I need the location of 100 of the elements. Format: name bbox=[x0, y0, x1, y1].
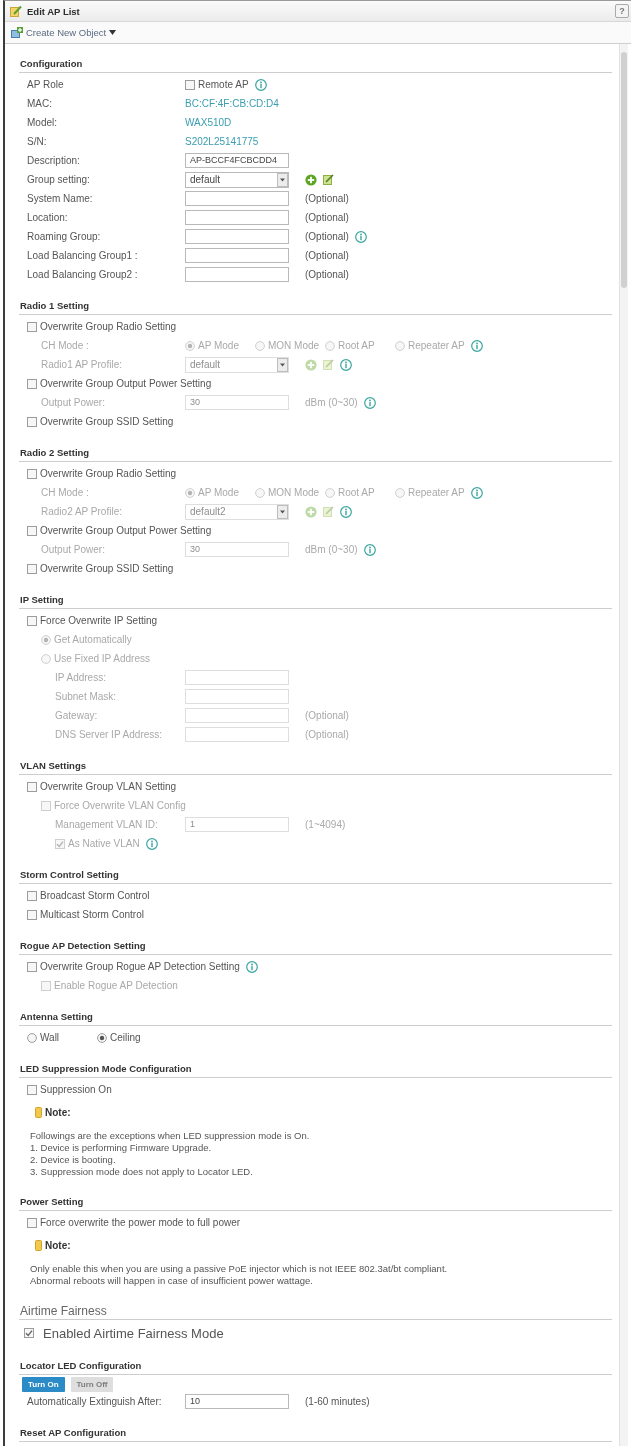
checkbox[interactable] bbox=[27, 1084, 37, 1095]
checkbox[interactable] bbox=[24, 1328, 34, 1338]
checkbox[interactable] bbox=[185, 79, 195, 90]
radio-button[interactable] bbox=[255, 487, 265, 498]
section-heading: Antenna Setting bbox=[19, 1009, 612, 1026]
info-icon[interactable] bbox=[254, 78, 267, 91]
input-field[interactable] bbox=[185, 670, 289, 685]
hint-text: (Optional) bbox=[305, 269, 349, 280]
checkbox[interactable] bbox=[27, 615, 37, 626]
radio-label: AP Mode bbox=[198, 487, 239, 498]
checkbox[interactable] bbox=[27, 909, 37, 920]
select-field[interactable]: default bbox=[185, 356, 289, 373]
hint-text: dBm (0~30) bbox=[305, 544, 358, 555]
input-field[interactable] bbox=[185, 210, 289, 225]
hint-text: (1~4094) bbox=[305, 819, 346, 830]
radio-button[interactable] bbox=[41, 634, 51, 645]
hint-text: (Optional) bbox=[305, 212, 349, 223]
field-label: Management VLAN ID: bbox=[55, 819, 159, 830]
section-heading: Airtime Fairness bbox=[19, 1303, 612, 1320]
checkbox-label: Force Overwrite IP Setting bbox=[40, 615, 158, 626]
input-field[interactable] bbox=[185, 229, 289, 244]
radio-label: Root AP bbox=[338, 340, 375, 351]
checkbox-label: Overwrite Group Radio Setting bbox=[40, 468, 177, 479]
info-icon[interactable] bbox=[363, 543, 376, 556]
checkbox[interactable] bbox=[27, 416, 37, 427]
radio-button[interactable] bbox=[325, 487, 335, 498]
field-label: Load Balancing Group1 : bbox=[27, 250, 139, 261]
radio-button[interactable] bbox=[185, 340, 195, 351]
input-field[interactable] bbox=[185, 708, 289, 723]
radio-label: Ceiling bbox=[110, 1032, 141, 1043]
input-field[interactable] bbox=[185, 191, 289, 206]
note-text: Followings are the exceptions when LED suppression mode is On. bbox=[30, 1130, 311, 1142]
checkbox[interactable] bbox=[27, 781, 37, 792]
info-icon[interactable] bbox=[471, 339, 483, 352]
input-field[interactable] bbox=[185, 689, 289, 704]
field-label: Location: bbox=[27, 212, 69, 223]
info-icon[interactable] bbox=[471, 486, 483, 499]
checkbox-label: Overwrite Group VLAN Setting bbox=[40, 781, 177, 792]
checkbox[interactable] bbox=[27, 961, 37, 972]
checkbox-label: Enabled Airtime Fairness Mode bbox=[43, 1325, 224, 1341]
add-icon[interactable] bbox=[305, 358, 317, 371]
info-icon[interactable] bbox=[340, 505, 352, 518]
add-icon[interactable] bbox=[305, 173, 317, 186]
text-input[interactable]: 1 bbox=[185, 817, 289, 832]
info-icon[interactable] bbox=[245, 960, 258, 973]
text-input[interactable]: 30 bbox=[185, 542, 289, 557]
add-icon[interactable] bbox=[305, 505, 317, 518]
radio-button[interactable] bbox=[325, 340, 335, 351]
checkbox[interactable] bbox=[27, 321, 37, 332]
radio-button[interactable] bbox=[97, 1032, 107, 1043]
field-label: Radio1 AP Profile: bbox=[41, 359, 123, 370]
checkbox-label: Overwrite Group SSID Setting bbox=[40, 563, 174, 574]
help-button[interactable]: ? bbox=[615, 4, 629, 18]
field-label: Radio2 AP Profile: bbox=[41, 506, 123, 517]
caret-icon[interactable] bbox=[109, 30, 117, 35]
input-field[interactable] bbox=[185, 248, 289, 263]
input-field[interactable] bbox=[185, 727, 289, 742]
note-icon bbox=[35, 1239, 42, 1251]
hint-text: (Optional) bbox=[305, 193, 349, 204]
checkbox[interactable] bbox=[27, 525, 37, 536]
input-field[interactable] bbox=[185, 267, 289, 282]
field-label: Automatically Extinguish After: bbox=[27, 1396, 163, 1407]
hint-text: (1-60 minutes) bbox=[305, 1396, 370, 1407]
field-label: Subnet Mask: bbox=[55, 691, 118, 702]
text-input[interactable]: 30 bbox=[185, 395, 289, 410]
radio-label: Repeater AP bbox=[408, 487, 465, 498]
info-icon[interactable] bbox=[145, 837, 158, 850]
hint-text: (Optional) bbox=[305, 231, 349, 242]
radio-button[interactable] bbox=[185, 487, 195, 498]
radio-label: Root AP bbox=[338, 487, 375, 498]
radio-button[interactable] bbox=[395, 487, 405, 498]
checkbox[interactable] bbox=[27, 468, 37, 479]
action-button[interactable]: Turn On bbox=[22, 1377, 65, 1392]
section-heading: Radio 2 Setting bbox=[19, 445, 612, 462]
radio-label: MON Mode bbox=[268, 340, 320, 351]
text-input[interactable]: 10 bbox=[185, 1394, 289, 1409]
info-icon[interactable] bbox=[340, 358, 352, 371]
note-text: 2. Device is booting. bbox=[30, 1154, 117, 1166]
note-title: Note: bbox=[45, 1106, 71, 1118]
text-input[interactable]: AP-BCCF4FCBCDD4 bbox=[185, 153, 289, 168]
radio-button[interactable] bbox=[395, 340, 405, 351]
radio-label: MON Mode bbox=[268, 487, 320, 498]
checkbox[interactable] bbox=[27, 563, 37, 574]
scrollbar-thumb[interactable] bbox=[621, 52, 627, 288]
radio-button[interactable] bbox=[27, 1032, 37, 1043]
select-field[interactable]: default2 bbox=[185, 503, 289, 520]
edit-icon[interactable] bbox=[323, 174, 334, 185]
info-icon[interactable] bbox=[354, 230, 367, 243]
note-text: 1. Device is performing Firmware Upgrade. bbox=[30, 1142, 213, 1154]
checkbox[interactable] bbox=[27, 890, 37, 901]
checkbox[interactable] bbox=[27, 378, 37, 389]
radio-button[interactable] bbox=[41, 653, 51, 664]
checkbox[interactable] bbox=[27, 1217, 37, 1228]
field-label: IP Address: bbox=[55, 672, 107, 683]
tile-plus-icon bbox=[11, 27, 23, 38]
radio-label: Get Automatically bbox=[54, 634, 132, 645]
create-object-menu[interactable]: Create New Object bbox=[11, 27, 117, 38]
radio-button[interactable] bbox=[255, 340, 265, 351]
select-field[interactable]: default bbox=[185, 171, 289, 188]
info-icon[interactable] bbox=[363, 396, 376, 409]
